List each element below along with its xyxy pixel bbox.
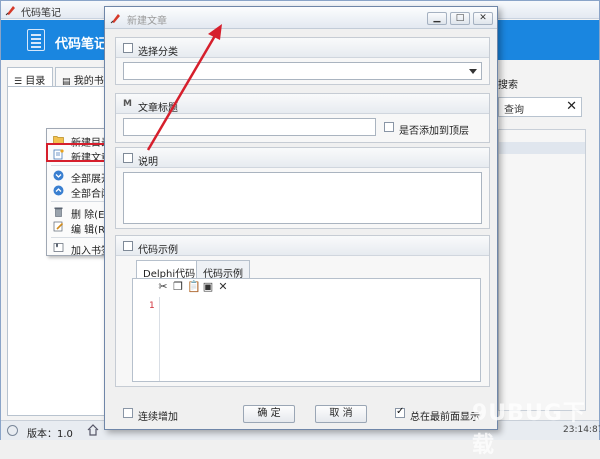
code-header-label: 代码示例 [138,245,178,256]
title-group: M 文章标题 是否添加到顶层 [115,93,490,143]
description-group: 说明 [115,147,490,229]
continuous-add-label: 连续增加 [138,412,178,423]
search-placeholder: 查询 [504,105,524,116]
description-group-header: 说明 [116,148,489,168]
tab-catalog[interactable]: ☰ 目录 [7,67,53,87]
title-input[interactable] [123,118,376,136]
tab-code-example[interactable]: 代码示例 [196,260,250,280]
bookmark-icon [53,243,64,252]
tab-delphi-code[interactable]: Delphi代码 [136,260,203,280]
code-group-header: 代码示例 [116,236,489,256]
delete-icon[interactable]: ✕ [217,281,229,293]
category-icon [123,43,133,53]
new-article-dialog: 新建文章 ▁ □ ✕ 选择分类 M 文章标题 是否添加到顶层 说明 代码示例 D… [104,6,498,430]
ok-button[interactable]: 确 定 [243,405,295,423]
cut-icon[interactable]: ✂ [157,281,169,293]
maximize-button[interactable]: □ [450,12,470,25]
article-list-panel[interactable] [498,129,586,411]
search-label: 搜索 [498,80,518,91]
save-icon[interactable]: ▣ [202,281,214,293]
description-header-label: 说明 [138,157,158,168]
dialog-title: 新建文章 [127,16,167,27]
app-logo-icon [110,14,120,24]
copy-icon[interactable]: ❐ [172,281,184,293]
left-tabs: ☰ 目录 ▤ 我的书 [7,67,107,87]
main-window-title: 代码笔记 [21,8,61,19]
code-gutter-line [159,297,160,381]
collapse-all-icon [53,185,64,196]
search-input[interactable]: 查询 ✕ [498,97,582,117]
clear-search-icon[interactable]: ✕ [566,99,577,114]
close-button[interactable]: ✕ [473,12,493,25]
maximize-icon: □ [455,13,465,23]
chevron-down-icon [469,69,477,74]
trash-icon [54,207,63,217]
always-on-top-label: 总在最前面显示 [410,412,480,423]
category-header-label: 选择分类 [138,47,178,58]
watermark-logo: 9UBUG下载 [472,401,586,458]
edit-icon [53,221,64,232]
add-to-top-label: 是否添加到顶层 [399,126,469,137]
always-on-top-checkbox[interactable] [395,406,405,418]
code-group: 代码示例 Delphi代码 代码示例 ✂ ❐ 📋 ▣ ✕ 1 [115,235,490,387]
version-text: 版本：1.0 [27,429,73,440]
cancel-button[interactable]: 取 消 [315,405,367,423]
continuous-add-checkbox[interactable] [123,408,133,418]
title-group-header: M 文章标题 [116,94,489,114]
app-name: 代码笔记 [55,37,108,52]
app-logo-icon [5,6,15,16]
cancel-button-label: 取 消 [329,408,353,419]
paste-icon[interactable]: 📋 [187,281,201,293]
dialog-titlebar[interactable]: 新建文章 ▁ □ ✕ [105,7,497,29]
code-editor[interactable]: ✂ ❐ 📋 ▣ ✕ 1 [132,278,481,382]
list-header-bar [499,142,585,154]
minimize-button[interactable]: ▁ [427,12,447,25]
add-to-top-checkbox[interactable] [384,122,394,132]
ok-button-label: 确 定 [257,408,281,419]
title-icon: M [123,99,132,109]
title-header-label: 文章标题 [138,103,178,114]
minimize-icon: ▁ [433,13,441,23]
home-icon[interactable] [87,424,99,436]
close-icon: ✕ [479,13,487,23]
tab-my-books[interactable]: ▤ 我的书 [55,67,107,87]
notebook-icon [27,29,45,51]
info-icon [7,425,18,436]
description-icon [123,153,133,163]
category-group: 选择分类 [115,37,490,85]
category-group-header: 选择分类 [116,38,489,58]
code-icon [123,241,133,251]
category-select[interactable] [123,62,482,80]
description-textarea[interactable] [123,172,482,224]
expand-all-icon [53,170,64,181]
line-number: 1 [149,301,155,311]
